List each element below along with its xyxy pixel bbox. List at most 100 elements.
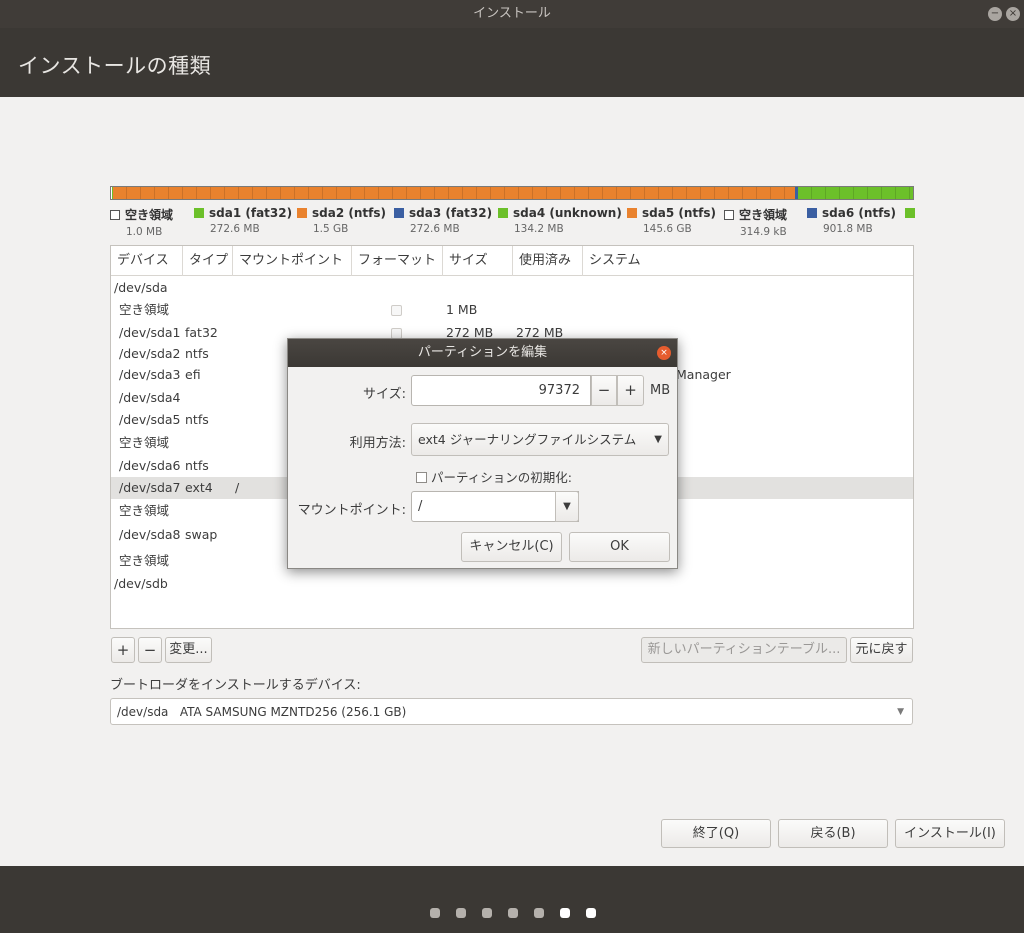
dialog-close-icon[interactable]: × [657,346,671,360]
cell-device: /dev/sda [114,280,168,295]
ok-button[interactable]: OK [569,532,670,562]
legend-name: sda1 (fat32) [209,206,293,220]
legend-swatch [724,210,734,220]
legend-item: 空き領域 1.0 MB [110,206,173,238]
table-header: デバイス タイプ マウントポイント フォーマット サイズ 使用済み システム [111,246,913,276]
progress-dot [430,908,440,918]
window-titlebar: インストール − × [0,0,1024,28]
remove-partition-button[interactable]: − [138,637,162,663]
legend-name: sda2 (ntfs) [312,206,386,220]
use-as-select[interactable]: ext4 ジャーナリングファイルシステム ▼ [411,423,669,456]
col-size[interactable]: サイズ [443,246,513,276]
legend-name: sda3 (fat32) [409,206,493,220]
table-row[interactable]: /dev/sdb [111,573,913,595]
legend-name: sda4 (unknown) [513,206,622,220]
page-header: インストールの種類 [0,28,1024,97]
legend-name: sda6 (ntfs) [822,206,896,220]
window-title: インストール [473,6,551,21]
legend-swatch [627,208,637,218]
legend-item: sda1 (fat32) 272.6 MB [194,206,292,235]
back-button[interactable]: 戻る(B) [778,819,888,848]
legend-item: sda2 (ntfs) 1.5 GB [297,206,386,235]
partition-bar-segment-sda2 [112,187,796,199]
footer [0,866,1024,933]
format-checkbox[interactable] [416,472,427,483]
legend-swatch [807,208,817,218]
col-mount[interactable]: マウントポイント [233,246,352,276]
mount-point-label: マウントポイント: [297,503,406,518]
bootloader-device-value: /dev/sda ATA SAMSUNG MZNTD256 (256.1 GB) [117,705,407,719]
cancel-button[interactable]: キャンセル(C) [461,532,562,562]
legend-item [905,206,915,223]
legend-item: sda5 (ntfs) 145.6 GB [627,206,716,235]
cell-mount: / [235,480,240,495]
size-label: サイズ: [363,387,406,402]
cell-type: efi [185,367,201,382]
cell-type: ntfs [185,346,209,361]
mount-point-input[interactable]: / [411,491,579,522]
table-row[interactable]: 空き領域 1 MB [111,299,913,321]
add-partition-button[interactable]: + [111,637,135,663]
progress-dot [534,908,544,918]
col-system[interactable]: システム [583,246,913,276]
partition-legend: 空き領域 1.0 MB sda1 (fat32) 272.6 MB sda2 (ntfs… [110,206,915,242]
progress-dot [456,908,466,918]
legend-size: 1.0 MB [126,226,163,238]
legend-item: sda6 (ntfs) 901.8 MB [807,206,896,235]
legend-swatch [394,208,404,218]
partition-bar-segment-sda4 [798,187,913,199]
progress-dot [508,908,518,918]
format-checkbox[interactable] [391,305,402,316]
install-button[interactable]: インストール(I) [895,819,1005,848]
cell-type: ntfs [185,412,209,427]
edit-partition-dialog: パーティションを編集 × サイズ: 97372 − + MB 利用方法: ext… [287,338,678,569]
size-unit: MB [650,383,671,398]
cell-type: ext4 [185,480,213,495]
cell-device: /dev/sda4 [119,390,181,405]
col-format[interactable]: フォーマット [352,246,443,276]
new-partition-table-button[interactable]: 新しいパーティションテーブル... [641,637,847,663]
legend-swatch [905,208,915,218]
dropdown-arrow-icon: ▼ [563,501,571,512]
cell-type: fat32 [185,325,218,340]
progress-dot [560,908,570,918]
cell-device: /dev/sda6 [119,458,181,473]
col-device[interactable]: デバイス [111,246,183,276]
close-icon[interactable]: × [1006,7,1020,21]
cell-device: /dev/sda3 [119,367,181,382]
legend-swatch [110,210,120,220]
cell-device: /dev/sda8 [119,527,181,542]
legend-item: sda4 (unknown) 134.2 MB [498,206,622,235]
legend-size: 314.9 kB [740,226,787,238]
legend-name: 空き領域 [739,208,788,222]
size-decrement-button[interactable]: − [591,375,617,406]
revert-button[interactable]: 元に戻す [850,637,913,663]
col-type[interactable]: タイプ [183,246,233,276]
cell-device: 空き領域 [119,503,170,518]
size-input[interactable]: 97372 [411,375,591,406]
cell-type: swap [185,527,218,542]
legend-size: 901.8 MB [823,223,873,235]
legend-size: 272.6 MB [410,223,460,235]
legend-size: 145.6 GB [643,223,692,235]
legend-name: sda5 (ntfs) [642,206,716,220]
legend-size: 134.2 MB [514,223,564,235]
table-row[interactable]: /dev/sda [111,277,913,299]
legend-item: 空き領域 314.9 kB [724,206,787,238]
quit-button[interactable]: 終了(Q) [661,819,771,848]
bootloader-device-select[interactable]: /dev/sda ATA SAMSUNG MZNTD256 (256.1 GB)… [110,698,913,725]
format-checkbox-row[interactable]: パーティションの初期化: [416,467,572,486]
col-used[interactable]: 使用済み [513,246,583,276]
cell-device: /dev/sdb [114,576,168,591]
cell-device: /dev/sda5 [119,412,181,427]
format-checkbox-label: パーティションの初期化: [431,470,572,485]
change-partition-button[interactable]: 変更... [165,637,212,663]
minimize-icon[interactable]: − [988,7,1002,21]
legend-swatch [194,208,204,218]
mount-point-dropdown-button[interactable]: ▼ [555,491,579,522]
dropdown-arrow-icon: ▼ [654,434,662,445]
size-increment-button[interactable]: + [617,375,644,406]
cell-device: /dev/sda2 [119,346,181,361]
progress-dot [586,908,596,918]
cell-type: ntfs [185,458,209,473]
